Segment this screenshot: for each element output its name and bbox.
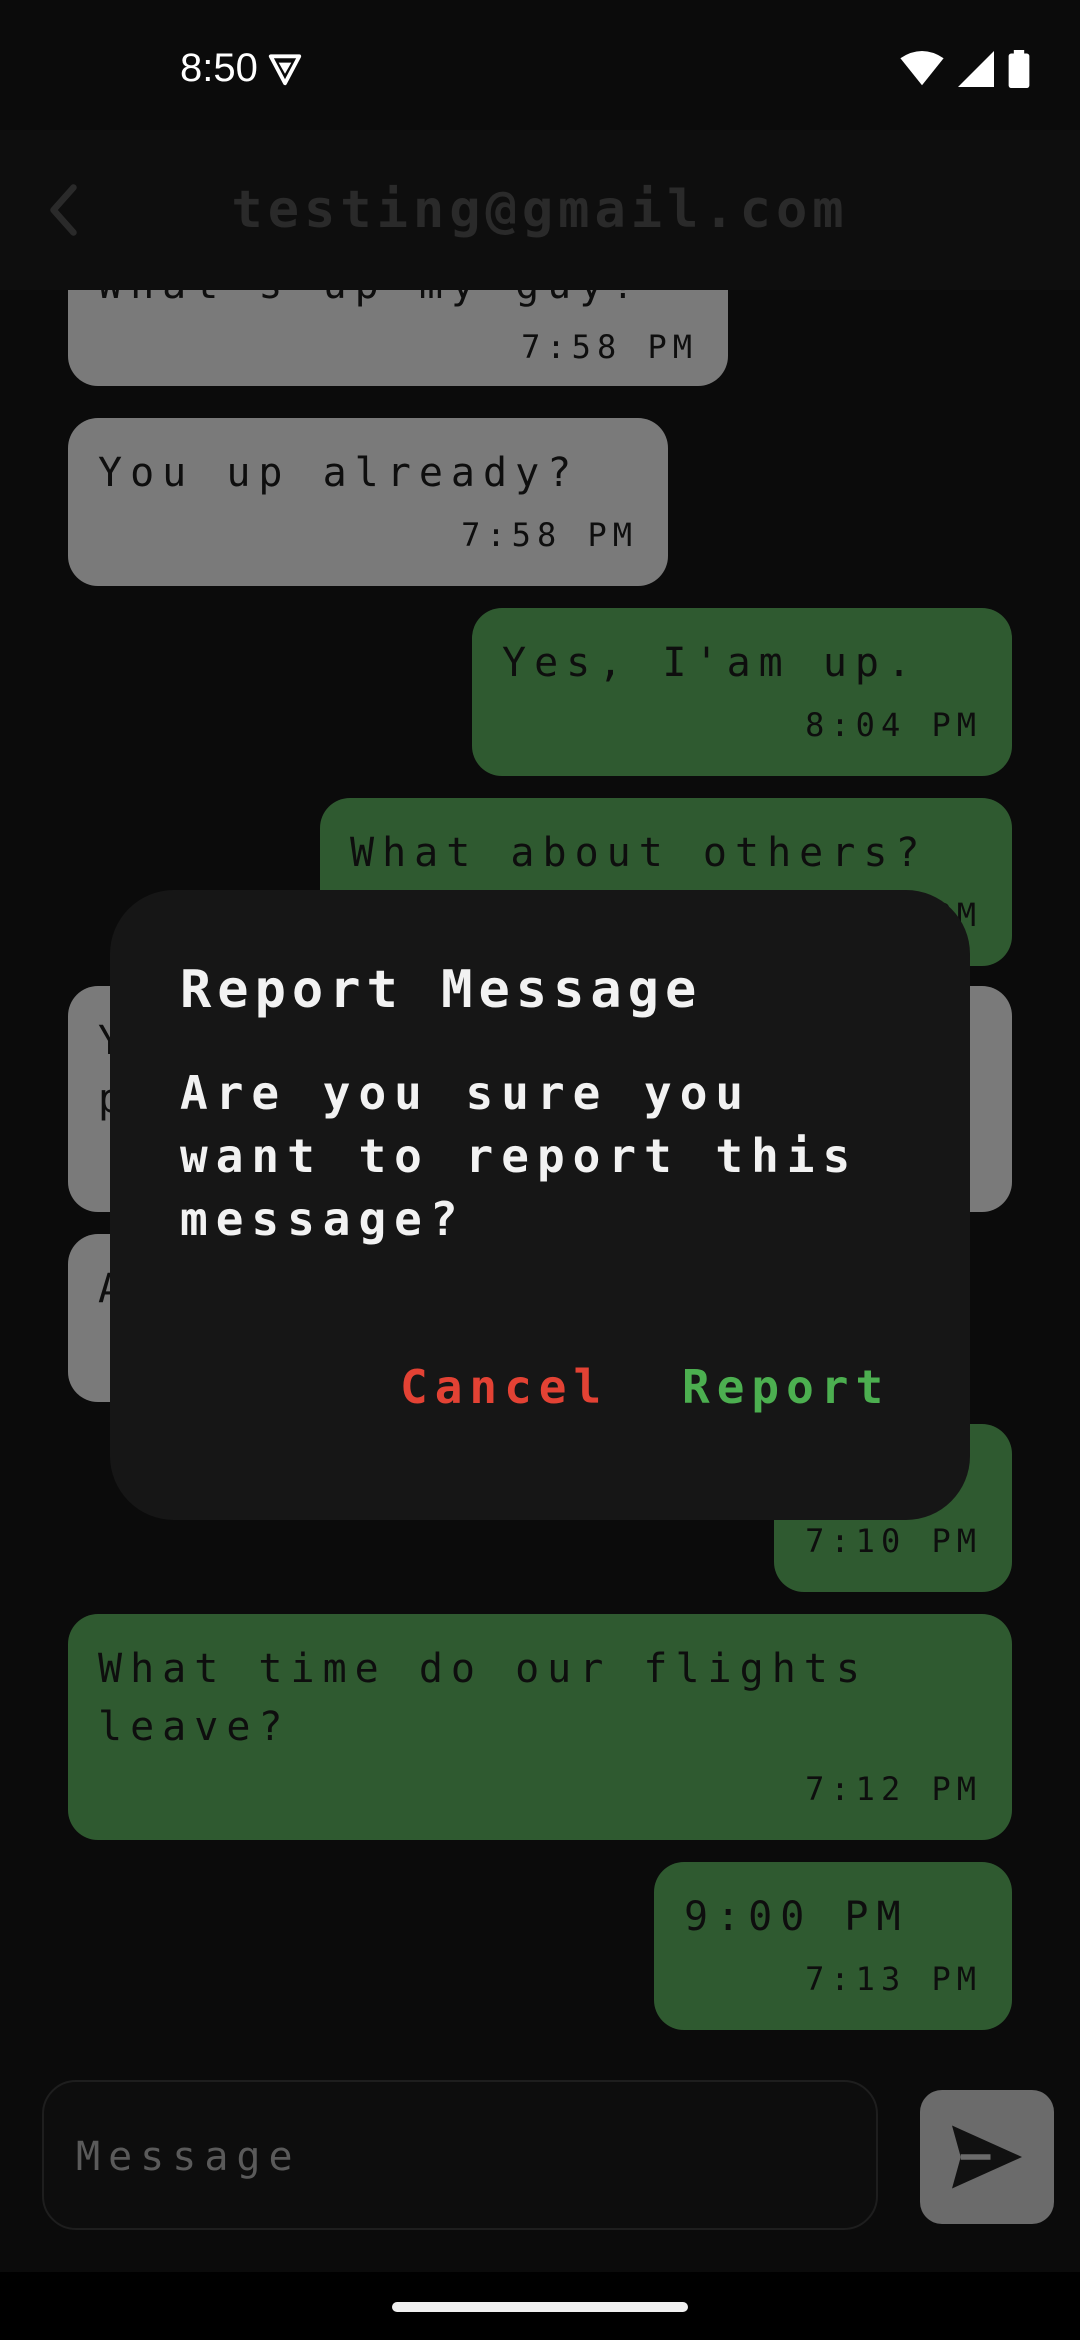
wifi-icon bbox=[900, 51, 944, 86]
message-text: What's up my guy? bbox=[98, 290, 698, 314]
message-bubble[interactable]: 9:00 PM 7:13 PM bbox=[654, 1862, 1012, 2030]
message-time: 8:04 PM bbox=[805, 706, 982, 744]
cancel-button[interactable]: Cancel bbox=[400, 1360, 608, 1414]
message-text: 9:00 PM bbox=[684, 1894, 909, 1940]
message-bubble[interactable]: You up already? 7:58 PM bbox=[68, 418, 668, 586]
message-bubble[interactable]: What's up my guy? 7:58 PM bbox=[68, 290, 728, 386]
message-text: What time do our flights leave? bbox=[98, 1646, 868, 1750]
message-text: What about others? bbox=[350, 830, 928, 876]
status-time: 8:50 bbox=[180, 46, 258, 90]
message-bubble[interactable]: Yes, I'am up. 8:04 PM bbox=[472, 608, 1012, 776]
chat-title: testing@gmail.com bbox=[231, 180, 849, 240]
home-indicator[interactable] bbox=[392, 2302, 688, 2312]
dialog-title: Report Message bbox=[180, 960, 703, 1020]
report-dialog: Report Message Are you sure you want to … bbox=[110, 890, 970, 1520]
signal-icon bbox=[958, 51, 994, 87]
app-bar: testing@gmail.com bbox=[0, 130, 1080, 290]
send-button[interactable] bbox=[920, 2090, 1054, 2224]
message-text: You up already? bbox=[98, 450, 580, 496]
message-text: Yes, I'am up. bbox=[502, 640, 920, 686]
message-composer bbox=[42, 2080, 878, 2230]
dialog-message: Are you sure you want to report this mes… bbox=[180, 1066, 859, 1246]
message-time: 7:12 PM bbox=[805, 1770, 982, 1808]
message-time: 7:10 PM bbox=[805, 1522, 982, 1560]
battery-icon bbox=[1008, 50, 1030, 88]
message-time: 7:58 PM bbox=[461, 516, 638, 554]
message-time: 7:58 PM bbox=[521, 328, 698, 366]
status-bar: 8:50 bbox=[0, 0, 1080, 130]
message-bubble[interactable]: What time do our flights leave? 7:12 PM bbox=[68, 1614, 1012, 1840]
message-time: 7:13 PM bbox=[805, 1960, 982, 1998]
status-icons bbox=[900, 50, 1030, 88]
vpn-key-icon bbox=[268, 54, 302, 86]
report-button[interactable]: Report bbox=[682, 1360, 890, 1414]
send-icon bbox=[952, 2125, 1022, 2189]
message-input[interactable] bbox=[74, 2118, 848, 2196]
